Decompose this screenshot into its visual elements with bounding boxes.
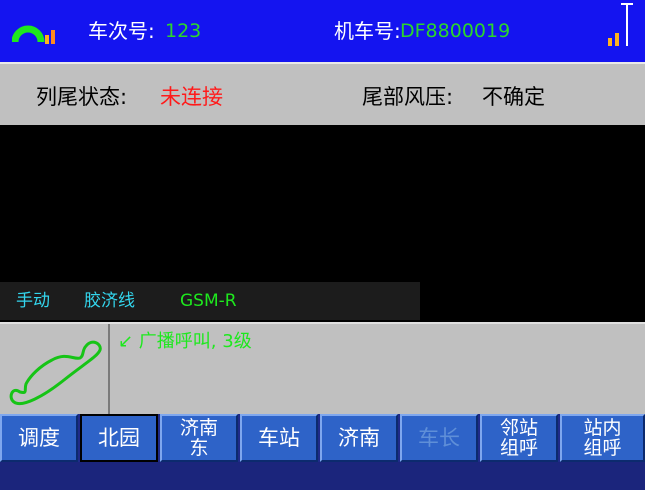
call-station-button[interactable]: 车站 (240, 414, 318, 462)
button-label: 车站 (258, 425, 300, 450)
train-number-label: 车次号: (88, 19, 155, 43)
antenna-signal-icon (608, 3, 633, 46)
mode-label: 手动 (16, 291, 50, 311)
tail-status-value: 未连接 (160, 85, 223, 109)
call-jinan-east-button[interactable]: 济南东 (160, 414, 238, 462)
bottom-strip (0, 462, 645, 490)
button-label: 调度 (18, 425, 60, 450)
loco-number-value: DF8800019 (400, 20, 511, 42)
train-number-value: 123 (165, 20, 202, 42)
signal-strength-icon (12, 25, 55, 44)
call-conductor-button[interactable]: 车长 (400, 414, 478, 462)
tail-status-label: 列尾状态: (36, 85, 128, 109)
tail-pressure-label: 尾部风压: (362, 85, 454, 109)
button-label: 站内组呼 (583, 417, 622, 459)
loco-number-label: 机车号: (334, 19, 401, 43)
tail-pressure-value: 不确定 (482, 85, 545, 109)
button-label: 北园 (98, 425, 140, 450)
call-status-text: ↙ 广播呼叫, 3级 (118, 331, 252, 352)
phone-handset-icon (9, 340, 102, 405)
call-status-panel: ↙ 广播呼叫, 3级 (0, 322, 645, 414)
call-beiyuan-button[interactable]: 北园 (80, 414, 158, 462)
mode-info-strip: 手动 胶济线 GSM-R (0, 282, 420, 320)
phone-button[interactable] (0, 324, 110, 414)
adjacent-station-group-call-button[interactable]: 邻站组呼 (480, 414, 558, 462)
top-status-bar: 车次号: 123 机车号: DF8800019 (0, 0, 645, 62)
train-tail-status-bar: 列尾状态: 未连接 尾部风压: 不确定 (0, 62, 645, 125)
button-label: 济南 (338, 425, 380, 450)
in-station-group-call-button[interactable]: 站内组呼 (560, 414, 645, 462)
network-label: GSM-R (180, 291, 237, 311)
button-label: 济南东 (179, 417, 218, 459)
button-label: 邻站组呼 (499, 417, 538, 459)
button-label: 车长 (418, 425, 460, 450)
call-dispatcher-button[interactable]: 调度 (0, 414, 78, 462)
call-jinan-button[interactable]: 济南 (320, 414, 398, 462)
line-label: 胶济线 (84, 291, 135, 311)
